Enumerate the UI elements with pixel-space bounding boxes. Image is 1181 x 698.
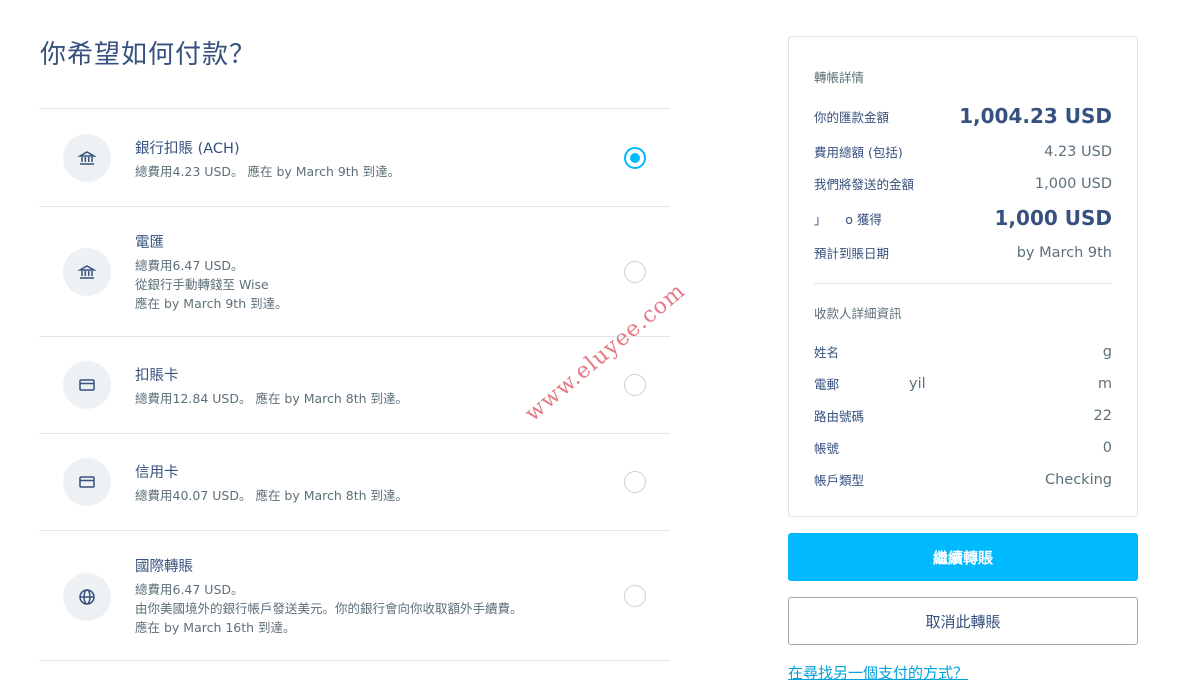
- card-icon: [63, 361, 111, 409]
- payment-option-ach[interactable]: 銀行扣賬 (ACH) 總費用4.23 USD。 應在 by March 9th …: [39, 109, 670, 207]
- payment-option-detail: 應在 by March 9th 到達。: [135, 296, 288, 311]
- radio-selected[interactable]: [624, 147, 646, 169]
- radio-unselected[interactable]: [624, 585, 646, 607]
- radio-unselected[interactable]: [624, 374, 646, 396]
- summary-heading: 轉帳詳情: [814, 70, 865, 85]
- bank-icon: [63, 134, 111, 182]
- summary-row-recipient-gets: 」 o 獲得 1,000 USD: [814, 206, 1112, 230]
- recipient-row-routing: 路由號碼 22: [814, 407, 1112, 425]
- payment-option-detail: 由你美國境外的銀行帳戶發送美元。你的銀行會向你收取額外手續費。: [135, 601, 523, 616]
- summary-row-eta: 預計到賬日期 by March 9th: [814, 244, 1112, 262]
- page-title: 你希望如何付款？: [40, 40, 257, 70]
- recipient-row-email: 電郵 yil m: [814, 375, 1112, 393]
- globe-icon: [63, 573, 111, 621]
- payment-option-detail: 總費用4.23 USD。 應在 by March 9th 到達。: [135, 164, 401, 179]
- transfer-summary-panel: 轉帳詳情 你的匯款金額 1,004.23 USD 費用總額 (包括) 4.23 …: [788, 36, 1138, 517]
- recipient-row-account: 帳號 0: [814, 439, 1112, 457]
- card-icon: [63, 458, 111, 506]
- payment-option-credit-card[interactable]: 信用卡 總費用40.07 USD。 應在 by March 8th 到達。: [39, 434, 670, 531]
- payment-option-title: 信用卡: [135, 465, 179, 481]
- payment-option-title: 電匯: [135, 235, 164, 251]
- payment-option-title: 扣賬卡: [135, 368, 179, 384]
- recipient-row-account-type: 帳戶類型 Checking: [814, 471, 1112, 489]
- payment-option-title: 銀行扣賬 (ACH): [135, 141, 240, 157]
- recipient-row-name: 姓名 g: [814, 343, 1112, 361]
- payment-option-detail: 總費用6.47 USD。: [135, 582, 244, 597]
- continue-button[interactable]: 繼續轉賬: [788, 533, 1138, 581]
- summary-row-converted: 我們將發送的金額 1,000 USD: [814, 175, 1112, 193]
- radio-unselected[interactable]: [624, 261, 646, 283]
- payment-option-wire[interactable]: 電匯 總費用6.47 USD。 從銀行手動轉錢至 Wise 應在 by Marc…: [39, 207, 670, 337]
- payment-option-title: 國際轉賬: [135, 559, 193, 575]
- summary-row-send-amount: 你的匯款金額 1,004.23 USD: [814, 104, 1112, 128]
- payment-option-detail: 應在 by March 16th 到達。: [135, 620, 296, 635]
- payment-option-detail: 從銀行手動轉錢至 Wise: [135, 277, 269, 292]
- divider: [814, 283, 1112, 284]
- other-payment-method-link[interactable]: 在尋找另一個支付的方式？: [788, 662, 968, 683]
- cancel-transfer-button[interactable]: 取消此轉賬: [788, 597, 1138, 645]
- payment-option-detail: 總費用6.47 USD。: [135, 258, 244, 273]
- radio-unselected[interactable]: [624, 471, 646, 493]
- payment-option-detail: 總費用40.07 USD。 應在 by March 8th 到達。: [135, 488, 409, 503]
- summary-row-fee: 費用總額 (包括) 4.23 USD: [814, 143, 1112, 161]
- bank-icon: [63, 248, 111, 296]
- recipient-heading: 收款人詳細資訊: [814, 306, 902, 321]
- payment-option-international[interactable]: 國際轉賬 總費用6.47 USD。 由你美國境外的銀行帳戶發送美元。你的銀行會向…: [39, 531, 670, 661]
